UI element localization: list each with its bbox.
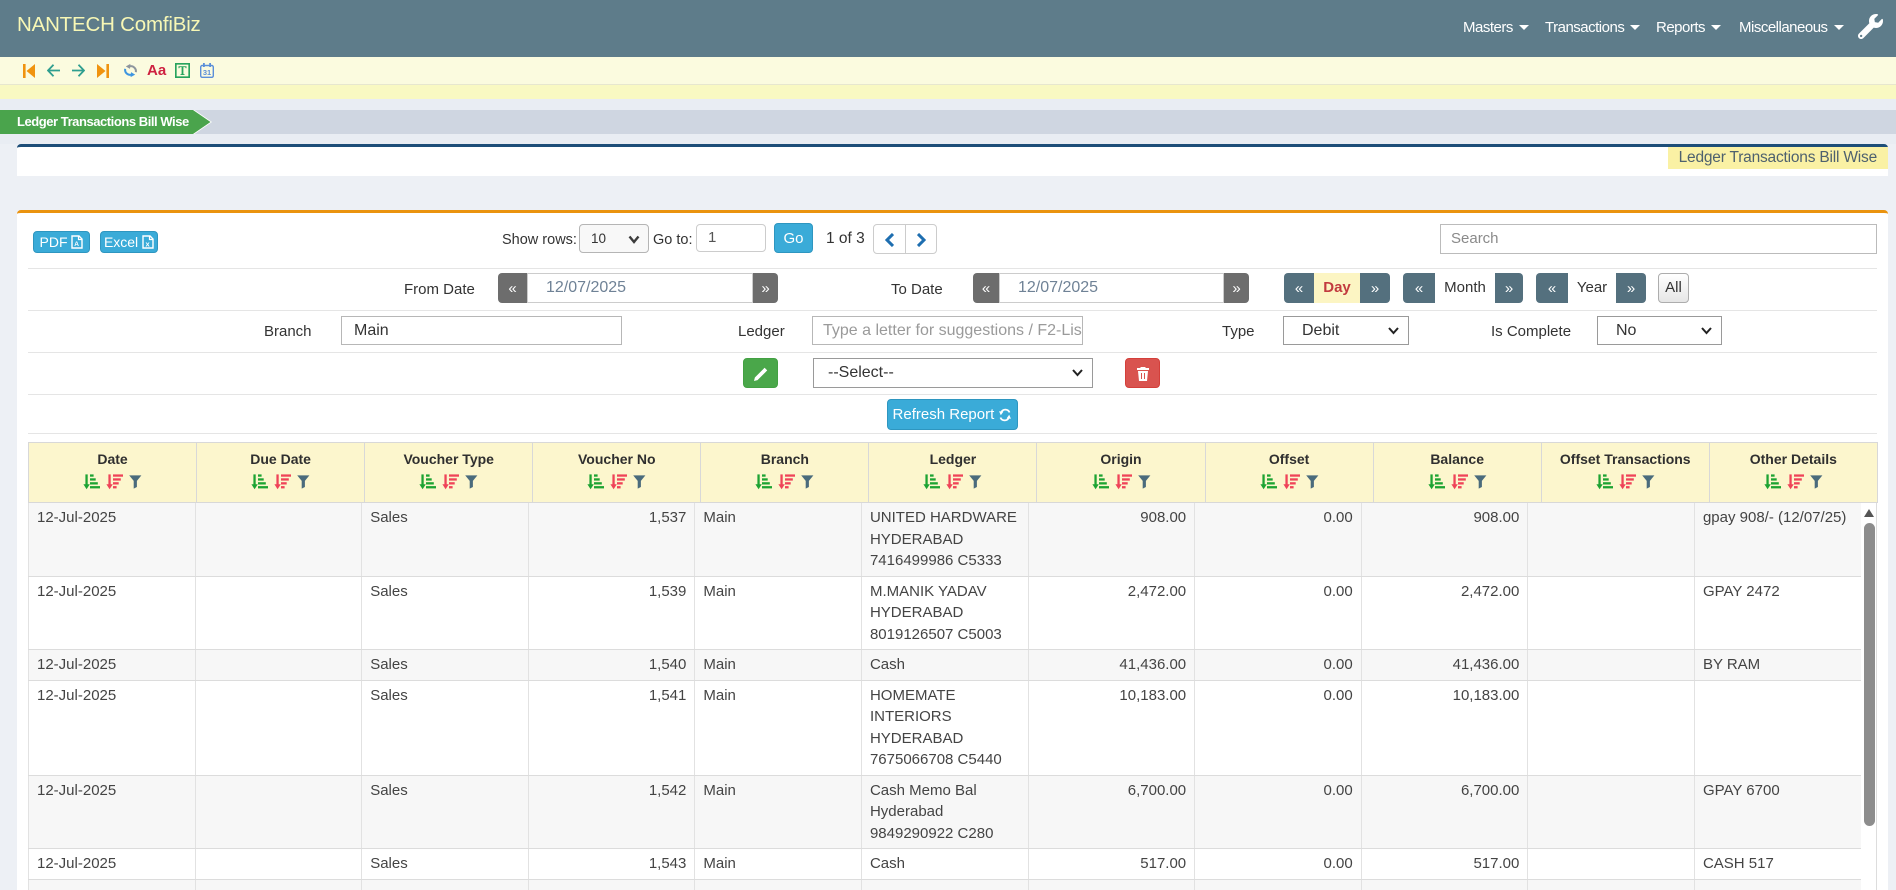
svg-text:31: 31 <box>203 68 211 77</box>
svg-text:A: A <box>75 241 80 248</box>
svg-text:x: x <box>146 240 151 249</box>
